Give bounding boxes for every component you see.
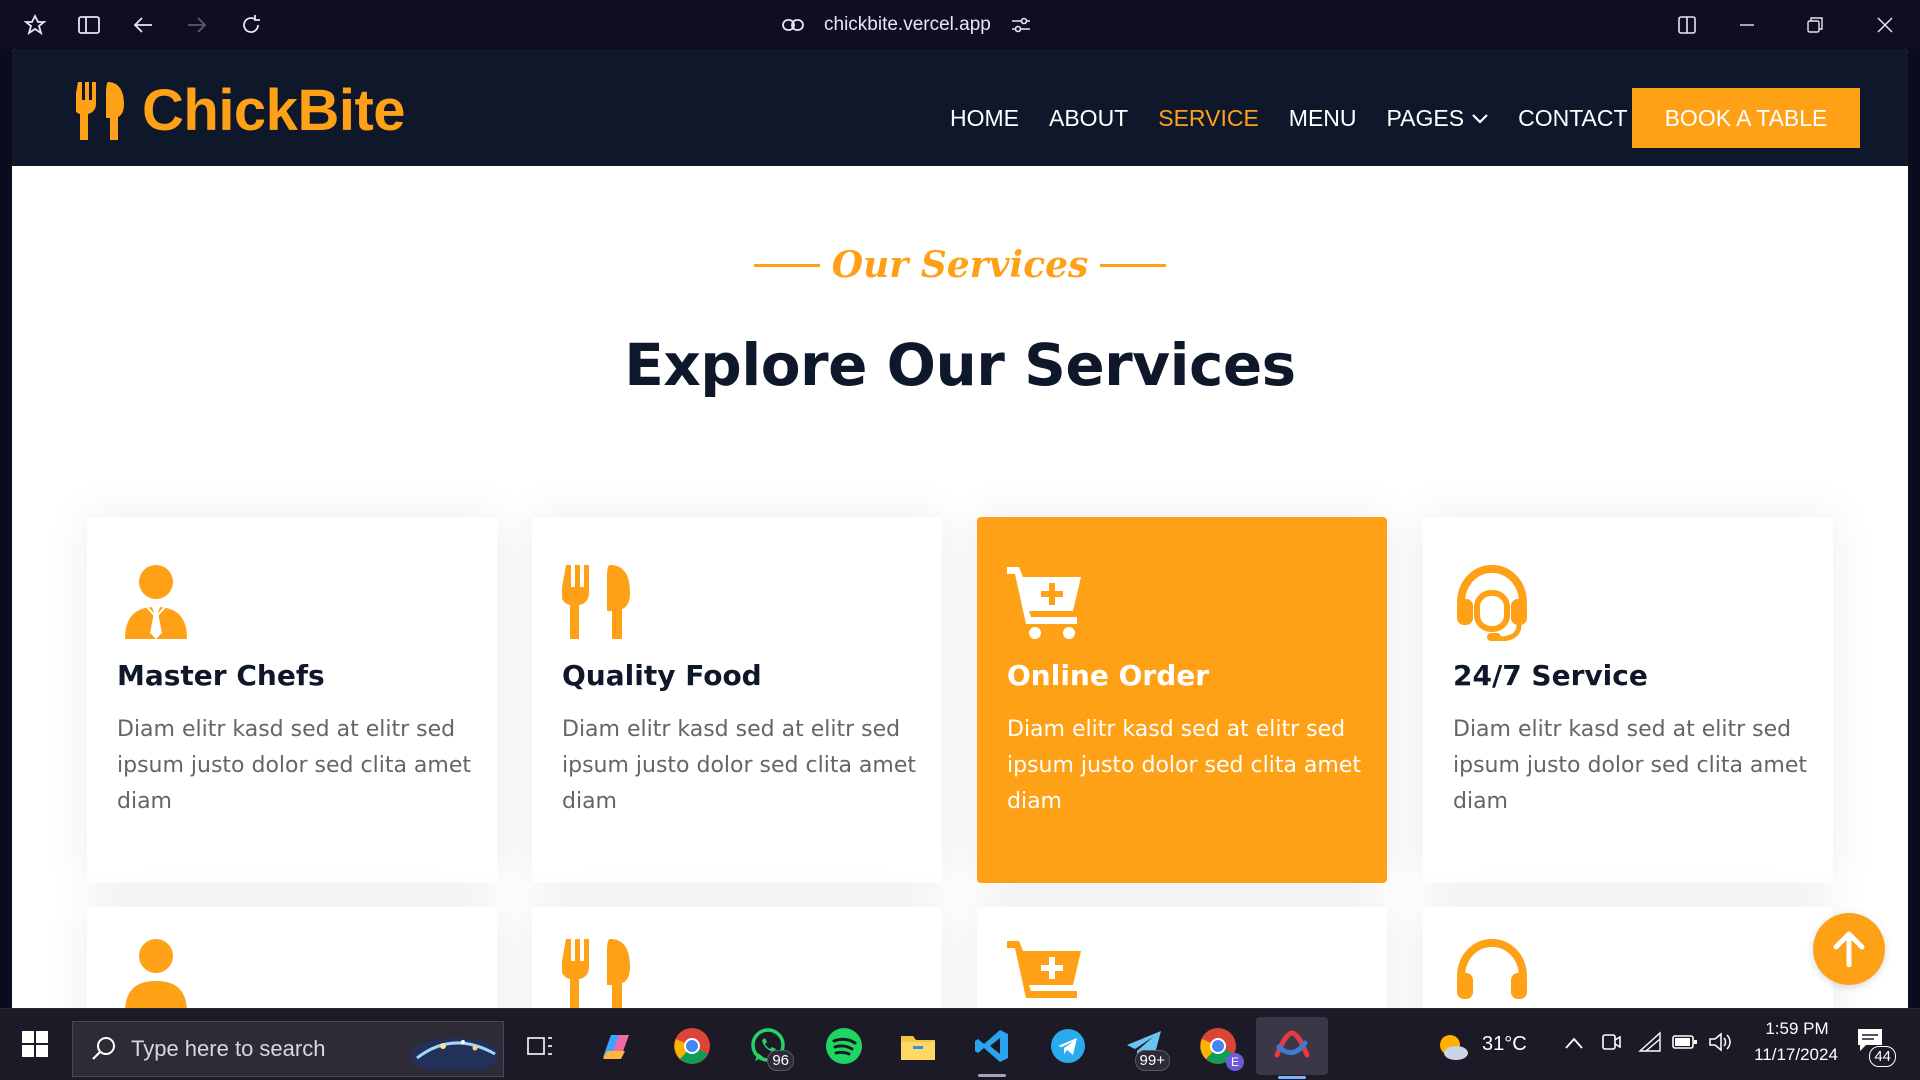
battery-icon[interactable] — [1672, 1033, 1698, 1055]
clock-time[interactable]: 1:59 PM — [1756, 1019, 1838, 1039]
windows-logo-icon — [22, 1031, 48, 1057]
cart-plus-icon — [1007, 941, 1081, 998]
site-settings-icon[interactable] — [1011, 16, 1031, 34]
nav-pages[interactable]: PAGES — [1387, 105, 1489, 132]
restore-icon[interactable] — [1802, 12, 1828, 38]
start-button[interactable] — [20, 1029, 50, 1063]
nav-contact[interactable]: CONTACT — [1518, 105, 1627, 132]
site-logo[interactable]: ChickBite — [76, 77, 406, 144]
whatsapp-icon[interactable]: 96 — [744, 1023, 794, 1071]
section-title: Explore Our Services — [624, 331, 1296, 399]
copilot-icon[interactable] — [592, 1023, 640, 1069]
section-subtitle: Our Services — [12, 244, 1908, 286]
sidebar-toggle-icon[interactable] — [76, 12, 102, 38]
service-card-24-7-service[interactable]: 24/7 Service Diam elitr kasd sed at elit… — [1423, 517, 1833, 883]
headset-icon — [1457, 938, 1527, 999]
service-card-quality-food-2[interactable] — [532, 907, 942, 1008]
running-indicator — [978, 1074, 1006, 1077]
arc-browser-icon[interactable] — [1256, 1017, 1328, 1079]
windows-taskbar: Type here to search 96 99+ E 31°C 1:59 P… — [0, 1008, 1920, 1080]
service-title: 24/7 Service — [1453, 659, 1648, 692]
service-description: Diam elitr kasd sed at elitr sed ipsum j… — [1453, 717, 1807, 814]
whatsapp-badge: 96 — [767, 1050, 794, 1071]
vscode-icon[interactable] — [968, 1023, 1016, 1077]
cart-plus-icon — [1007, 567, 1081, 639]
utensils-icon — [76, 81, 124, 140]
split-view-icon[interactable] — [1674, 12, 1700, 38]
chef-icon — [125, 565, 187, 639]
chevron-down-icon — [1472, 113, 1488, 124]
volume-icon[interactable] — [1708, 1031, 1732, 1057]
minimize-icon[interactable] — [1734, 12, 1760, 38]
active-indicator — [1278, 1076, 1306, 1079]
service-title: Master Chefs — [117, 659, 325, 692]
meet-now-icon[interactable] — [1600, 1031, 1622, 1057]
chrome-icon[interactable] — [668, 1023, 716, 1069]
spotify-icon[interactable] — [820, 1023, 868, 1069]
service-card-master-chefs-2[interactable] — [87, 907, 497, 1008]
clock-date[interactable]: 11/17/2024 — [1742, 1045, 1850, 1065]
brand-name: ChickBite — [142, 78, 406, 143]
service-title: Online Order — [1007, 659, 1210, 692]
headset-icon — [1457, 564, 1527, 641]
nav-pages-label: PAGES — [1386, 105, 1465, 131]
task-view-icon[interactable] — [516, 1023, 564, 1069]
web-page: ChickBite HOME ABOUT SERVICE MENU PAGES … — [12, 49, 1908, 1008]
reload-icon[interactable] — [238, 12, 264, 38]
subtitle-right-line — [1100, 263, 1167, 267]
network-icon[interactable] — [1638, 1031, 1662, 1057]
chrome-profile-badge: E — [1225, 1053, 1244, 1071]
search-icon — [92, 1037, 115, 1060]
service-card-24-7-service-2[interactable] — [1423, 907, 1833, 1008]
notifications-badge: 44 — [1869, 1046, 1896, 1067]
browser-toolbar: chickbite.vercel.app — [0, 0, 1920, 49]
show-hidden-icons-icon[interactable] — [1564, 1035, 1584, 1054]
nav-about[interactable]: ABOUT — [1049, 105, 1128, 132]
telegram-desktop-icon[interactable]: 99+ — [1120, 1023, 1170, 1071]
link-icon — [782, 19, 804, 31]
nav-home[interactable]: HOME — [950, 105, 1019, 132]
service-description: Diam elitr kasd sed at elitr sed ipsum j… — [1007, 717, 1361, 814]
arrow-up-icon — [1833, 931, 1865, 967]
service-card-online-order-2[interactable] — [977, 907, 1387, 1008]
subtitle-left-line — [753, 263, 820, 267]
nav-service[interactable]: SERVICE — [1158, 105, 1259, 132]
chrome-profile-icon[interactable]: E — [1194, 1023, 1244, 1071]
telegram-icon[interactable] — [1044, 1023, 1092, 1069]
nav-links: HOME ABOUT SERVICE MENU PAGES CONTACT — [950, 105, 1658, 132]
utensils-icon — [562, 939, 630, 1008]
search-highlight-image — [411, 1038, 499, 1070]
taskbar-search[interactable]: Type here to search — [72, 1021, 504, 1077]
service-card-online-order[interactable]: Online Order Diam elitr kasd sed at elit… — [977, 517, 1387, 883]
file-explorer-icon[interactable] — [894, 1023, 942, 1069]
subtitle-text: Our Services — [831, 244, 1089, 286]
forward-icon[interactable] — [184, 12, 210, 38]
telegram-badge: 99+ — [1134, 1050, 1170, 1071]
address-bar[interactable]: chickbite.vercel.app — [782, 10, 1031, 40]
back-icon[interactable] — [130, 12, 156, 38]
browser-logo-icon[interactable] — [22, 12, 48, 38]
service-description: Diam elitr kasd sed at elitr sed ipsum j… — [117, 717, 471, 814]
site-navbar: ChickBite HOME ABOUT SERVICE MENU PAGES … — [12, 49, 1908, 166]
service-card-master-chefs[interactable]: Master Chefs Diam elitr kasd sed at elit… — [87, 517, 497, 883]
notifications-button[interactable]: 44 — [1856, 1027, 1896, 1067]
service-card-quality-food[interactable]: Quality Food Diam elitr kasd sed at elit… — [532, 517, 942, 883]
service-title: Quality Food — [562, 659, 762, 692]
search-placeholder: Type here to search — [131, 1036, 326, 1061]
service-description: Diam elitr kasd sed at elitr sed ipsum j… — [562, 717, 916, 814]
utensils-icon — [562, 565, 630, 639]
nav-menu[interactable]: MENU — [1289, 105, 1357, 132]
close-icon[interactable] — [1872, 12, 1898, 38]
back-to-top-button[interactable] — [1813, 913, 1885, 985]
url-text: chickbite.vercel.app — [824, 14, 991, 35]
weather-temperature[interactable]: 31°C — [1482, 1033, 1527, 1056]
weather-icon[interactable] — [1436, 1031, 1470, 1065]
book-table-button[interactable]: BOOK A TABLE — [1632, 88, 1860, 148]
chef-icon — [125, 939, 187, 1008]
